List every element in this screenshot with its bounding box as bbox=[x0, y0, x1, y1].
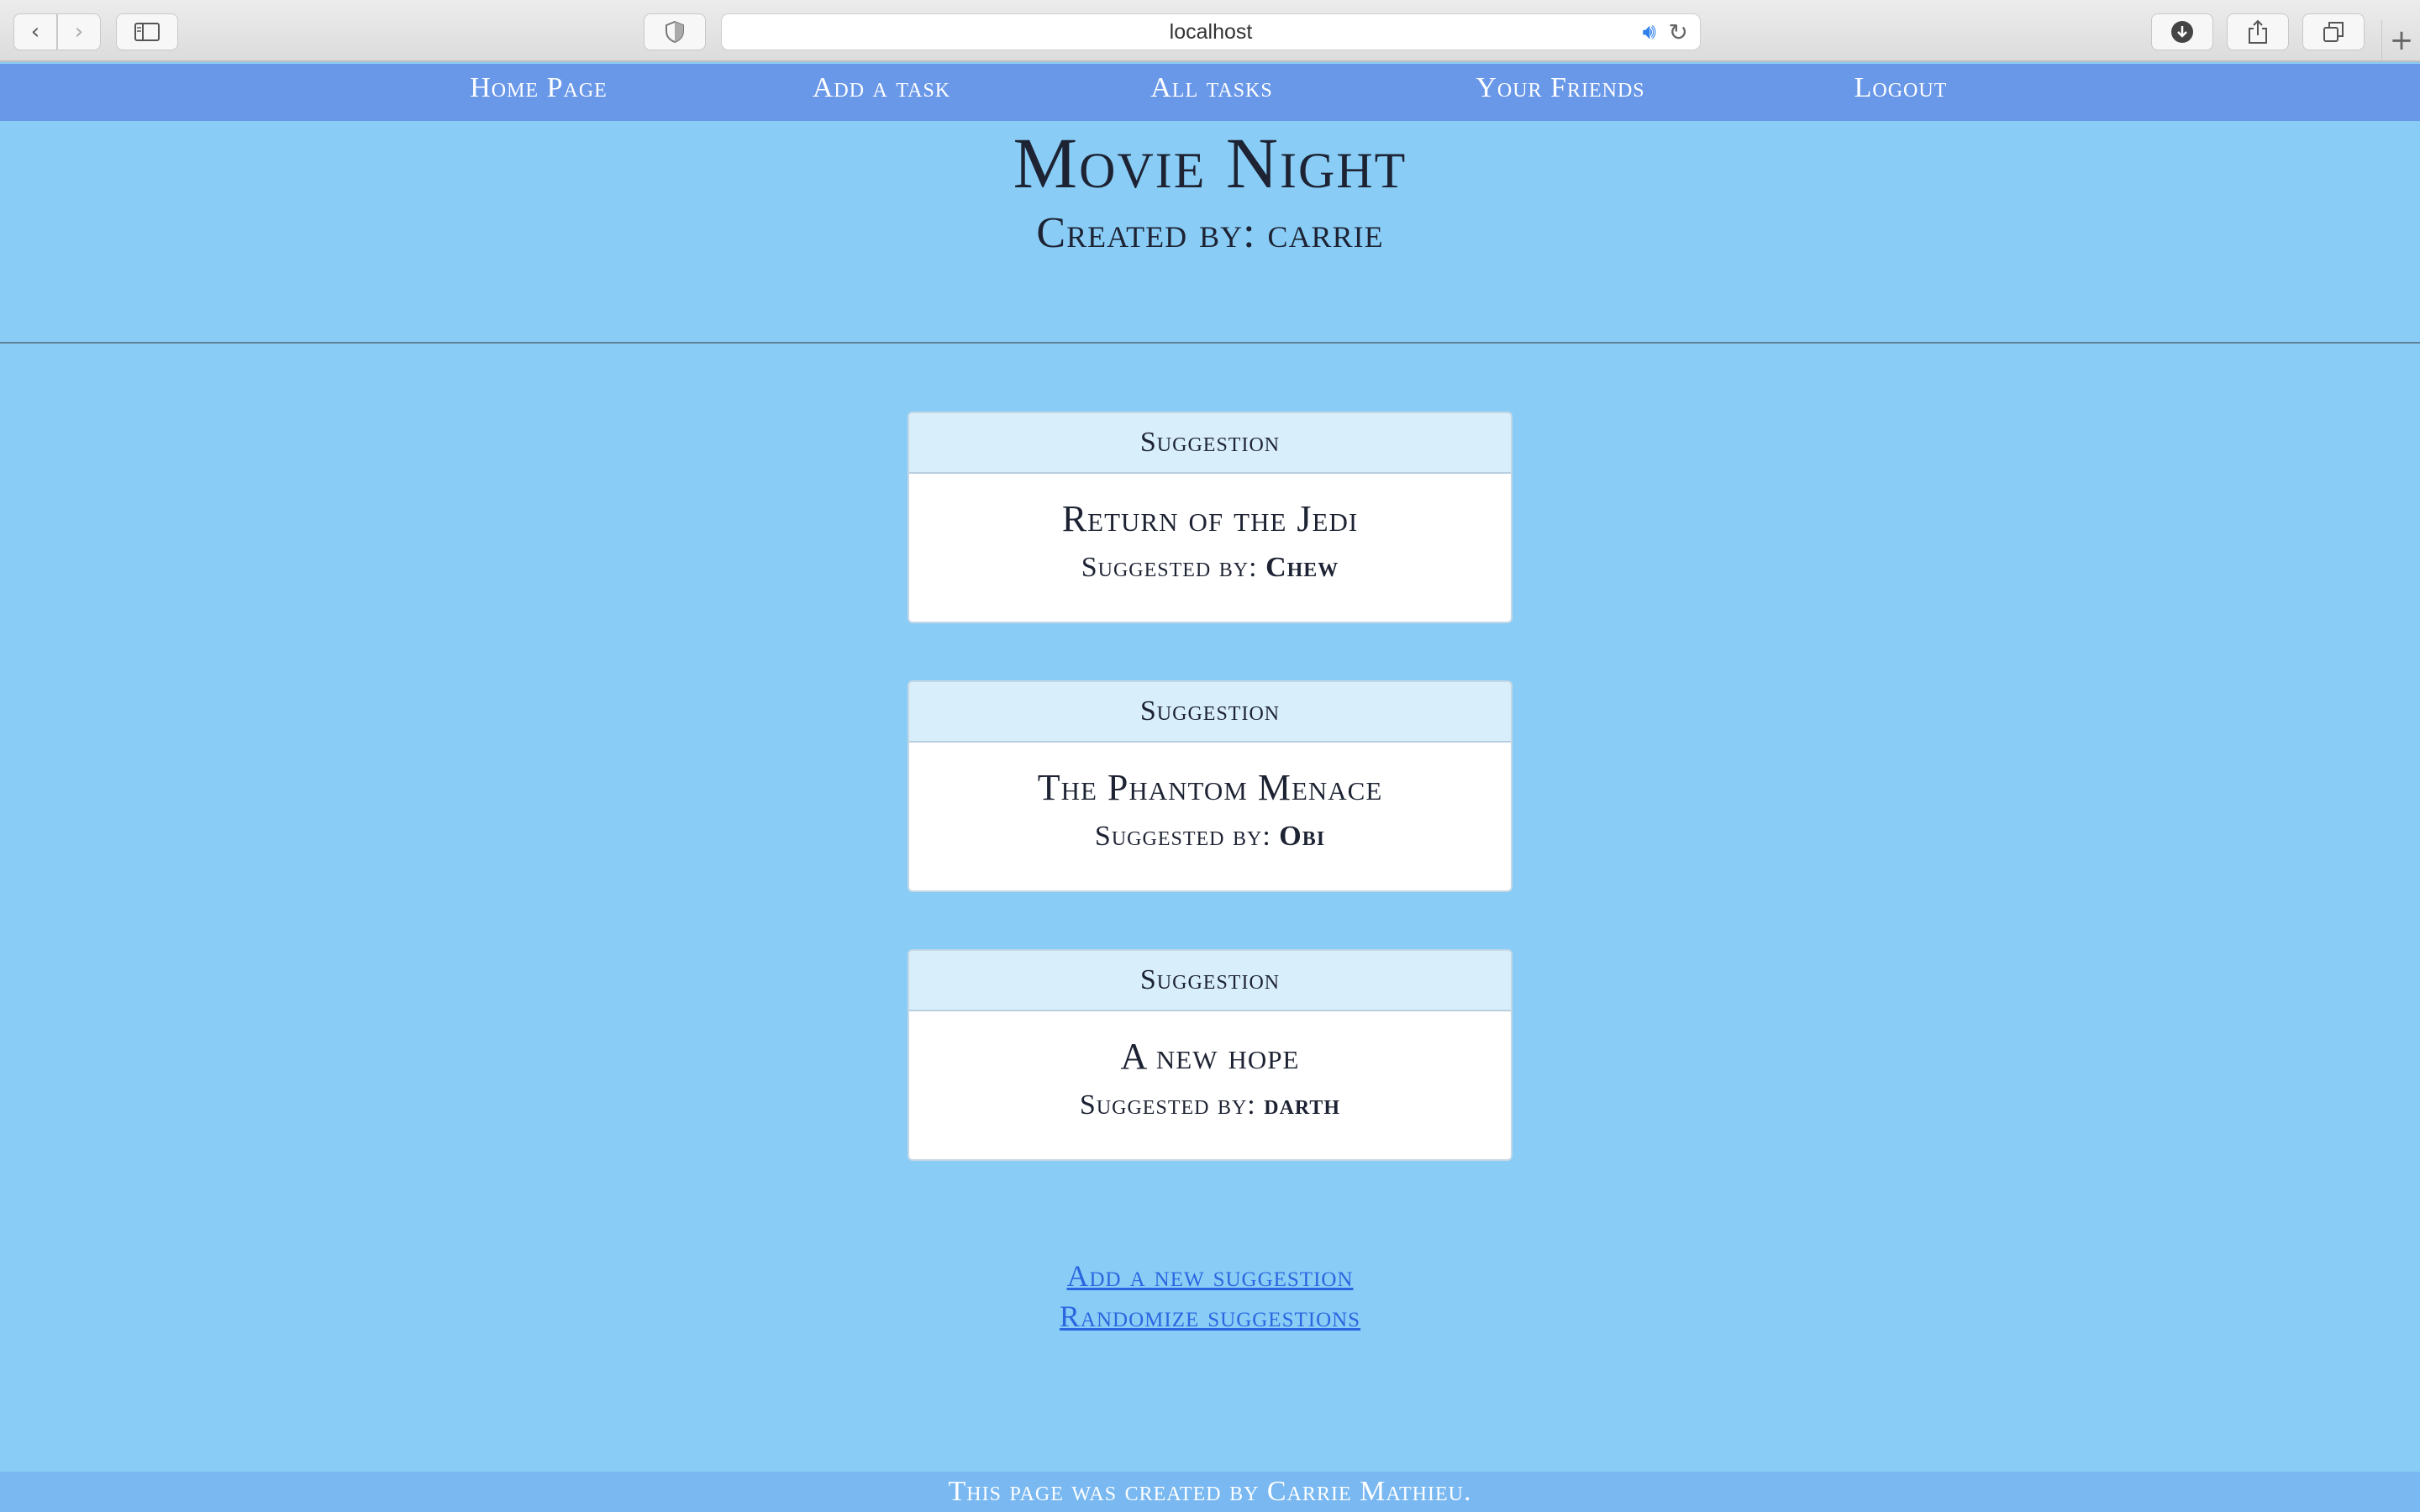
share-icon bbox=[2249, 19, 2267, 44]
download-icon bbox=[2171, 21, 2193, 43]
tabs-icon bbox=[2323, 22, 2344, 42]
browser-toolbar: ‹ › localhost 🔊︎ ↻ + bbox=[0, 0, 2420, 62]
suggestion-card: Suggestion Return of the Jedi Suggested … bbox=[908, 412, 1512, 623]
sidebar-button[interactable] bbox=[116, 13, 178, 50]
speaker-icon[interactable]: 🔊︎ bbox=[1643, 19, 1656, 45]
card-header: Suggestion bbox=[909, 413, 1511, 474]
nav-home-page[interactable]: Home Page bbox=[470, 72, 608, 104]
suggested-by-name: Chew bbox=[1265, 552, 1339, 583]
suggestion-title: Return of the Jedi bbox=[1061, 498, 1359, 539]
page-subtitle: Created by: carrie bbox=[1036, 209, 1384, 257]
randomize-row: Randomize suggestions bbox=[0, 1299, 2420, 1334]
back-button[interactable]: ‹ bbox=[13, 13, 57, 50]
privacy-report-button[interactable] bbox=[644, 13, 706, 50]
tab-overview-button[interactable] bbox=[2302, 13, 2365, 50]
footer-text: This page was created by Carrie Mathieu. bbox=[948, 1476, 1472, 1507]
page-title: Movie Night bbox=[1013, 123, 1407, 203]
shield-icon bbox=[666, 21, 684, 43]
plus-icon: + bbox=[2389, 24, 2414, 57]
add-suggestion-link[interactable]: Add a new suggestion bbox=[1066, 1259, 1353, 1293]
nav-your-friends[interactable]: Your Friends bbox=[1476, 72, 1644, 104]
sidebar-icon bbox=[134, 23, 160, 41]
suggested-by-name: darth bbox=[1264, 1089, 1341, 1121]
suggested-by-name: Obi bbox=[1279, 821, 1326, 852]
suggested-by-label: Suggested by: bbox=[1081, 552, 1258, 583]
nav-all-tasks[interactable]: All tasks bbox=[1150, 72, 1272, 104]
card-header: Suggestion bbox=[909, 682, 1511, 743]
suggestion-title: A new hope bbox=[1120, 1036, 1300, 1077]
site-nav: Home Page Add a task All tasks Your Frie… bbox=[0, 64, 2420, 121]
card-header: Suggestion bbox=[909, 951, 1511, 1011]
chevron-left-icon: ‹ bbox=[30, 19, 40, 45]
url-text: localhost bbox=[1169, 19, 1253, 44]
address-bar[interactable]: localhost 🔊︎ ↻ bbox=[721, 13, 1701, 50]
nav-logout[interactable]: Logout bbox=[1854, 72, 1948, 104]
chevron-right-icon: › bbox=[74, 19, 84, 45]
header-divider bbox=[0, 342, 2420, 344]
page-footer: This page was created by Carrie Mathieu. bbox=[0, 1472, 2420, 1512]
suggested-by-label: Suggested by: bbox=[1079, 1089, 1256, 1121]
suggested-by: Suggested by: darth bbox=[909, 1089, 1511, 1121]
share-button[interactable] bbox=[2227, 13, 2289, 50]
suggested-by-label: Suggested by: bbox=[1094, 821, 1271, 852]
add-suggestion-row: Add a new suggestion bbox=[0, 1258, 2420, 1294]
new-tab-button[interactable]: + bbox=[2381, 20, 2420, 60]
suggestion-card: Suggestion The Phantom Menace Suggested … bbox=[908, 680, 1512, 892]
downloads-button[interactable] bbox=[2151, 13, 2213, 50]
forward-button[interactable]: › bbox=[57, 13, 101, 50]
suggestion-card: Suggestion A new hope Suggested by: dart… bbox=[908, 949, 1512, 1161]
suggested-by: Suggested by: Chew bbox=[909, 552, 1511, 584]
randomize-suggestions-link[interactable]: Randomize suggestions bbox=[1060, 1299, 1360, 1333]
suggestion-title: The Phantom Menace bbox=[1037, 767, 1383, 808]
nav-add-a-task[interactable]: Add a task bbox=[813, 72, 950, 104]
suggested-by: Suggested by: Obi bbox=[909, 821, 1511, 853]
reload-icon[interactable]: ↻ bbox=[1669, 18, 1688, 46]
